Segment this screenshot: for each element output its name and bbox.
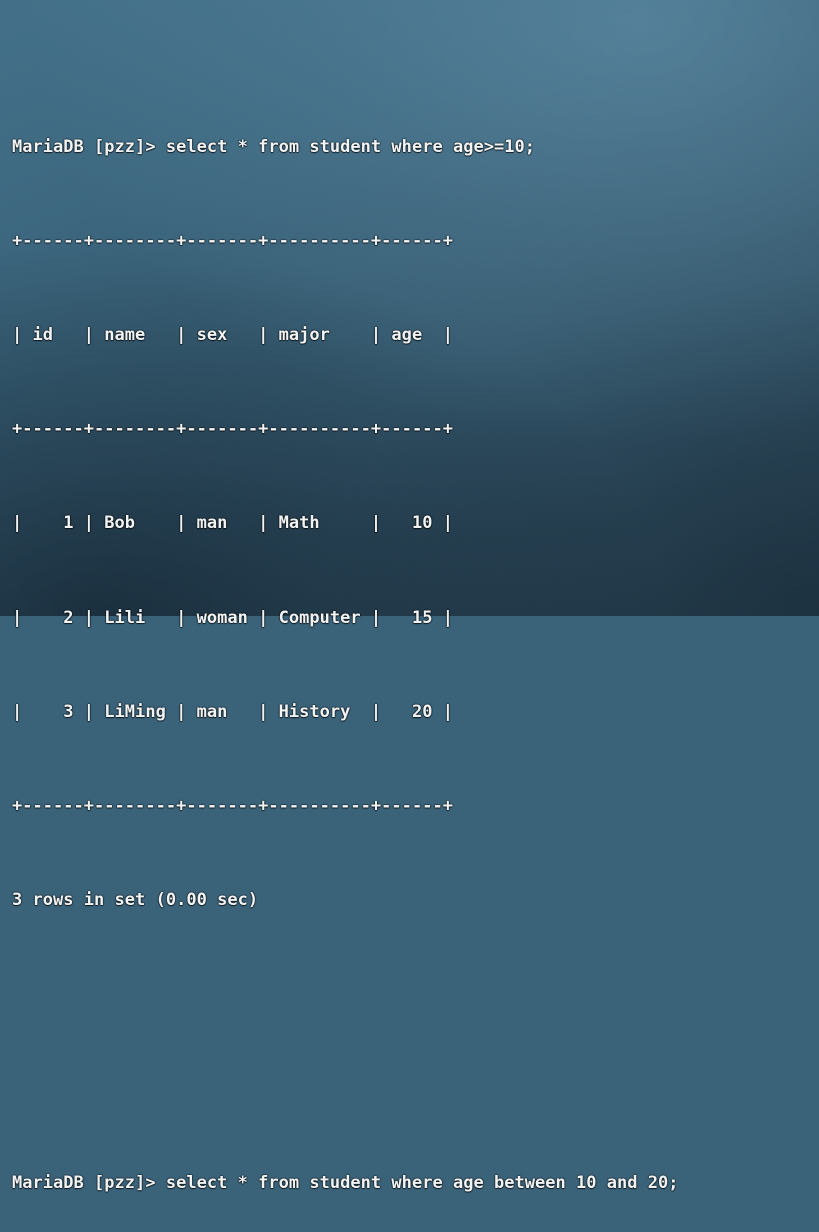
table-header-row-1: | id | name | sex | major | age | <box>12 325 453 346</box>
terminal-window[interactable]: MariaDB [pzz]> select * from student whe… <box>0 0 819 1193</box>
terminal-output: MariaDB [pzz]> select * from student whe… <box>12 6 819 1232</box>
command-line-2: MariaDB [pzz]> select * from student whe… <box>12 1172 679 1193</box>
table-row: | 2 | Lili | woman | Computer | 15 | <box>12 607 453 628</box>
table-top-rule-1: +------+--------+-------+----------+----… <box>12 230 453 251</box>
table-header-rule-1: +------+--------+-------+----------+----… <box>12 419 453 440</box>
table-row: | 3 | LiMing | man | History | 20 | <box>12 701 453 722</box>
result-status-1: 3 rows in set (0.00 sec) <box>12 890 259 911</box>
table-bottom-rule-1: +------+--------+-------+----------+----… <box>12 796 453 817</box>
command-line-1: MariaDB [pzz]> select * from student whe… <box>12 136 535 157</box>
table-row: | 1 | Bob | man | Math | 10 | <box>12 513 453 534</box>
